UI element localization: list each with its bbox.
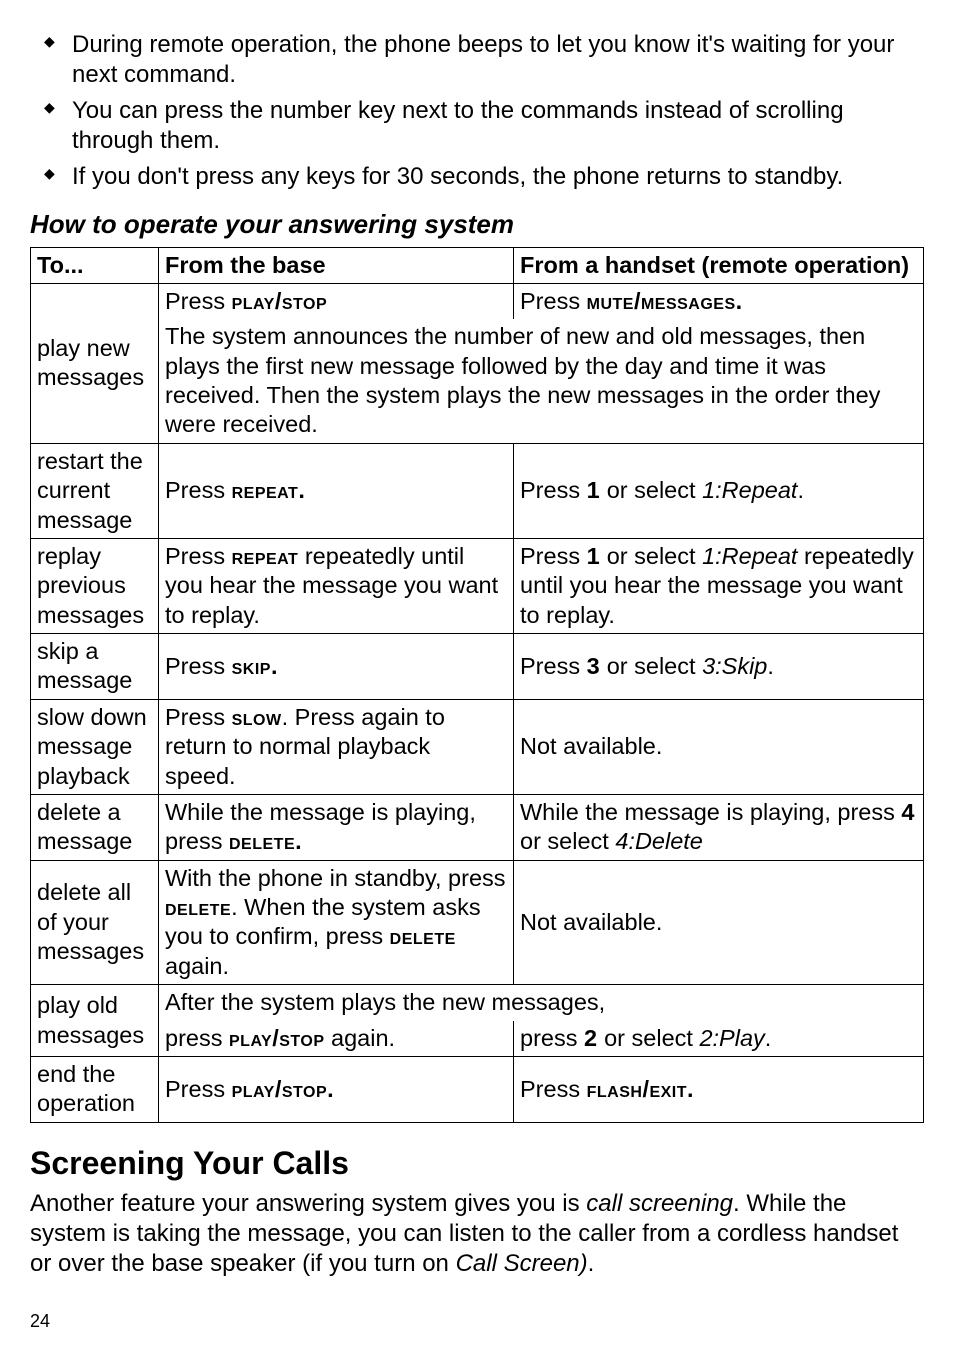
cell-base: Press repeat. bbox=[159, 443, 514, 538]
cell-handset: Press 1 or select 1:Repeat repeatedly un… bbox=[514, 538, 924, 633]
cell-shared: After the system plays the new messages, bbox=[159, 985, 924, 1021]
table-row: slow down message playback Press slow. P… bbox=[31, 699, 924, 794]
table-row: replay previous messages Press repeat re… bbox=[31, 538, 924, 633]
cell-to: end the operation bbox=[31, 1056, 159, 1122]
cell-to: play new messages bbox=[31, 283, 159, 443]
cell-to: skip a message bbox=[31, 634, 159, 700]
page-number: 24 bbox=[30, 1310, 50, 1333]
cell-handset: Press flash/exit. bbox=[514, 1056, 924, 1122]
cell-handset: Press mute/messages. bbox=[514, 283, 924, 319]
table-row: press play/stop again. press 2 or select… bbox=[31, 1021, 924, 1057]
table-row: The system announces the number of new a… bbox=[31, 319, 924, 443]
cell-base: While the message is playing, press dele… bbox=[159, 794, 514, 860]
heading-screening: Screening Your Calls bbox=[30, 1143, 924, 1183]
cell-to: replay previous messages bbox=[31, 538, 159, 633]
cell-to: restart the current message bbox=[31, 443, 159, 538]
table-row: skip a message Press skip. Press 3 or se… bbox=[31, 634, 924, 700]
table-row: end the operation Press play/stop. Press… bbox=[31, 1056, 924, 1122]
cell-base: Press skip. bbox=[159, 634, 514, 700]
bullet-item: You can press the number key next to the… bbox=[50, 96, 924, 156]
cell-merged-body: The system announces the number of new a… bbox=[159, 319, 924, 443]
cell-base: press play/stop again. bbox=[159, 1021, 514, 1057]
table-row: restart the current message Press repeat… bbox=[31, 443, 924, 538]
operations-table: To... From the base From a handset (remo… bbox=[30, 247, 924, 1123]
cell-handset: Press 3 or select 3:Skip. bbox=[514, 634, 924, 700]
table-row: play new messages Press play/stop Press … bbox=[31, 283, 924, 319]
cell-handset: press 2 or select 2:Play. bbox=[514, 1021, 924, 1057]
cell-base: Press play/stop. bbox=[159, 1056, 514, 1122]
cell-to: delete a message bbox=[31, 794, 159, 860]
cell-handset: Press 1 or select 1:Repeat. bbox=[514, 443, 924, 538]
header-base: From the base bbox=[159, 247, 514, 283]
cell-base: Press repeat repeatedly until you hear t… bbox=[159, 538, 514, 633]
cell-handset: While the message is playing, press 4 or… bbox=[514, 794, 924, 860]
cell-handset: Not available. bbox=[514, 699, 924, 794]
cell-to: play old messages bbox=[31, 985, 159, 1057]
table-row: play old messages After the system plays… bbox=[31, 985, 924, 1021]
bullet-item: During remote operation, the phone beeps… bbox=[50, 30, 924, 90]
bullet-list: During remote operation, the phone beeps… bbox=[30, 30, 924, 192]
cell-base: With the phone in standby, press delete.… bbox=[159, 860, 514, 985]
screening-paragraph: Another feature your answering system gi… bbox=[30, 1189, 924, 1279]
subheading: How to operate your answering system bbox=[30, 208, 924, 241]
cell-to: delete all of your messages bbox=[31, 860, 159, 985]
cell-base: Press play/stop bbox=[159, 283, 514, 319]
table-header-row: To... From the base From a handset (remo… bbox=[31, 247, 924, 283]
cell-handset: Not available. bbox=[514, 860, 924, 985]
bullet-item: If you don't press any keys for 30 secon… bbox=[50, 162, 924, 192]
header-to: To... bbox=[31, 247, 159, 283]
cell-to: slow down message playback bbox=[31, 699, 159, 794]
table-row: delete all of your messages With the pho… bbox=[31, 860, 924, 985]
cell-base: Press slow. Press again to return to nor… bbox=[159, 699, 514, 794]
header-handset: From a handset (remote operation) bbox=[514, 247, 924, 283]
table-row: delete a message While the message is pl… bbox=[31, 794, 924, 860]
